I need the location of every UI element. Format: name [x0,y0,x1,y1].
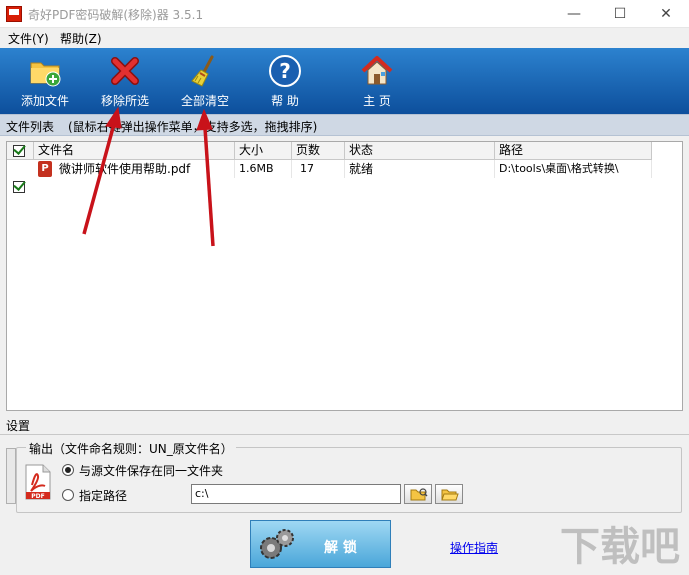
clear-all-label: 全部清空 [180,94,229,108]
help-button[interactable]: ? 帮 助 [252,50,318,112]
minimize-button[interactable]: — [551,0,597,28]
open-folder-button[interactable] [435,484,463,504]
filelist-header: 文件列表 (鼠标右键弹出操作菜单，支持多选，拖拽排序) [0,114,689,136]
remove-selected-label: 移除所选 [100,94,149,108]
row-file-size: 1.6MB [235,160,292,178]
row-file-name: 微讲师软件使用帮助.pdf [55,160,235,178]
column-header-path[interactable]: 路径 [495,142,652,160]
custom-path-label[interactable]: 指定路径 [79,487,127,504]
svg-text:PDF: PDF [31,493,44,500]
custom-path-radio[interactable] [62,489,74,501]
close-button[interactable]: ✕ [643,0,689,28]
output-legend: 输出（文件命名规则：UN_原文件名） [26,440,236,457]
row-file-status: 就绪 [345,160,495,178]
column-header-status[interactable]: 状态 [345,142,495,160]
select-all-checkbox[interactable] [13,142,26,157]
menu-file[interactable]: 文件(Y) [8,30,49,47]
red-x-icon [111,57,139,85]
home-button[interactable]: 主 页 [344,50,410,112]
window-title: 奇好PDF密码破解(移除)器 3.5.1 [28,8,204,22]
toolbar: 添加文件 移除所选 全部清空 ? 帮 助 主 页 [0,48,689,114]
folder-search-icon [410,488,428,501]
menu-bar: 文件(Y) 帮助(Z) [0,28,689,48]
operation-guide-link[interactable]: 操作指南 [450,539,498,556]
add-folder-icon [30,62,61,87]
browse-folder-button[interactable] [404,484,432,504]
filelist-title: 文件列表 [6,120,55,134]
unlock-button[interactable]: 解 锁 [250,520,391,568]
app-icon [6,6,22,22]
broom-icon [191,55,214,87]
maximize-button[interactable]: ☐ [597,0,643,28]
home-label: 主 页 [363,94,391,108]
unlock-label: 解 锁 [324,540,357,556]
same-folder-radio[interactable] [62,464,74,476]
file-list[interactable]: 文件名 大小 页数 状态 路径 P 微讲师软件使用帮助.pdf 1.6MB 17… [6,141,683,411]
column-header-pages[interactable]: 页数 [292,142,345,160]
settings-header: 设置 [0,416,689,435]
add-file-label: 添加文件 [20,94,69,108]
clear-all-button[interactable]: 全部清空 [172,50,238,112]
watermark-logo: 下载吧 [560,524,680,570]
column-header-size[interactable]: 大小 [235,142,292,160]
pdf-document-icon: PDF [25,464,51,500]
same-folder-label[interactable]: 与源文件保存在同一文件夹 [79,462,223,479]
path-input[interactable]: c:\ [191,484,401,504]
column-header-name[interactable]: 文件名 [34,142,235,160]
settings-collapse-handle[interactable] [6,448,16,504]
row-checkbox[interactable] [13,178,26,193]
svg-text:?: ? [279,59,291,83]
title-bar: 奇好PDF密码破解(移除)器 3.5.1 — ☐ ✕ [0,0,689,28]
home-icon [361,56,393,85]
add-file-button[interactable]: 添加文件 [12,50,78,112]
select-all-cell[interactable] [7,142,34,160]
row-file-path: D:\tools\桌面\格式转换\ [495,160,652,178]
folder-open-icon [441,489,459,501]
help-question-icon: ? [269,55,301,87]
settings-title: 设置 [6,419,31,433]
row-file-pages: 17 [292,160,345,178]
filelist-hint: (鼠标右键弹出操作菜单，支持多选，拖拽排序) [68,120,318,134]
remove-selected-button[interactable]: 移除所选 [92,50,158,112]
svg-text:下载吧: 下载吧 [560,524,680,570]
file-list-header-row: 文件名 大小 页数 状态 路径 [7,142,682,160]
pdf-file-icon: P [38,161,52,177]
menu-help[interactable]: 帮助(Z) [60,30,102,47]
help-label: 帮 助 [271,94,299,108]
